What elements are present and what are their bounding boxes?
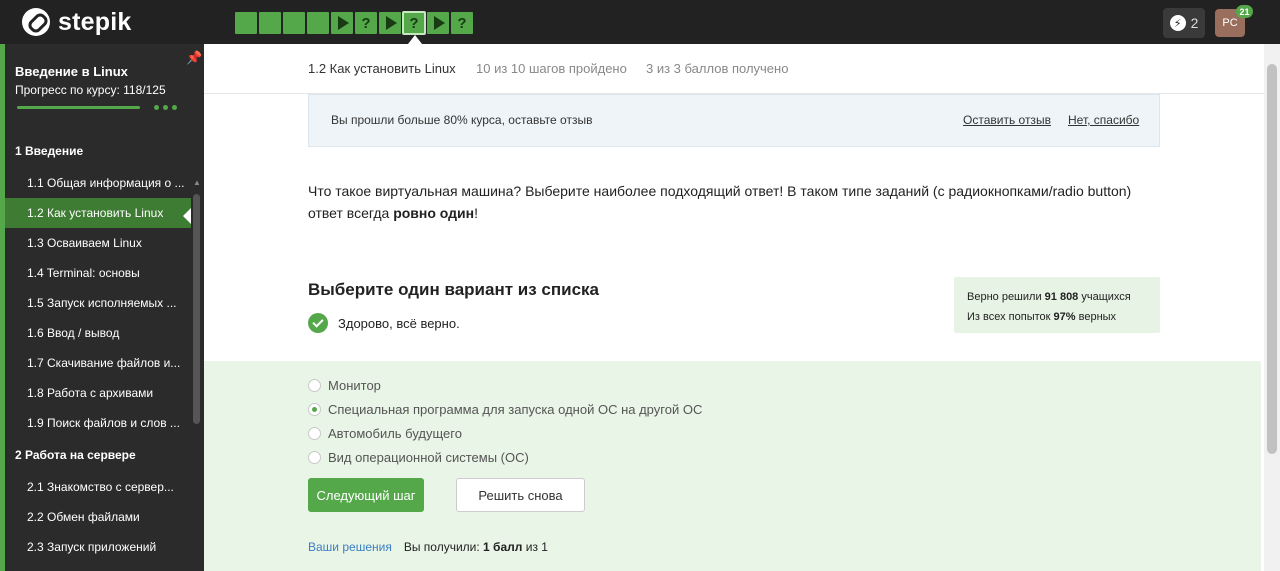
toc-lesson-item[interactable]: 2.1 Знакомство с сервер...: [5, 472, 191, 502]
question-text-end: !: [474, 205, 479, 221]
course-sidebar: Введение в Linux Прогресс по курсу: 118/…: [0, 44, 204, 571]
step-text-button[interactable]: [259, 12, 281, 34]
table-of-contents: 1 Введение 1.1 Общая информация о ... 1.2 …: [5, 134, 191, 562]
question-icon: ?: [457, 14, 467, 32]
result-text: Вы получили: 1 балл из 1: [403, 540, 548, 554]
course-progress-bar: [17, 105, 192, 110]
toc-lesson-item[interactable]: 2.3 Запуск приложений: [5, 532, 191, 562]
course-progress-label: Прогресс по курсу: 118/125: [15, 83, 166, 97]
page-scrollbar[interactable]: [1264, 44, 1280, 571]
step-text-button[interactable]: [307, 12, 329, 34]
progress-fill: [17, 106, 140, 109]
step-text-button[interactable]: [283, 12, 305, 34]
next-step-button[interactable]: Следующий шаг: [308, 478, 424, 512]
feedback-row: Здорово, всё верно.: [308, 313, 460, 333]
play-icon: [337, 16, 349, 30]
radio-button[interactable]: [308, 450, 321, 464]
option-label: Специальная программа для запуска одной …: [328, 401, 703, 417]
attempts-stat: Из всех попыток 97% верных: [967, 311, 1117, 323]
current-step-caret: [408, 35, 422, 44]
review-banner-text: Вы прошли больше 80% курса, оставьте отз…: [331, 113, 593, 127]
your-solutions-link[interactable]: Ваши решения: [308, 540, 392, 554]
top-bar: stepik ??? ⚡ 2 PC 21: [0, 0, 1280, 44]
lightning-icon: ⚡: [1169, 15, 1186, 31]
option-label: Автомобиль будущего: [328, 425, 462, 441]
step-video-button[interactable]: [379, 12, 401, 34]
option-label: Вид операционной системы (ОС): [328, 449, 529, 465]
pin-icon[interactable]: 📌: [186, 50, 202, 66]
toc-lesson-item[interactable]: 1.5 Запуск исполняемых ...: [5, 288, 191, 318]
toc-lesson-item[interactable]: 1.4 Terminal: основы: [5, 258, 191, 288]
sidebar-header: Введение в Linux Прогресс по курсу: 118/…: [5, 44, 204, 128]
retry-button[interactable]: Решить снова: [456, 478, 585, 512]
quiz-option[interactable]: Автомобиль будущего: [308, 421, 702, 445]
no-thanks-link[interactable]: Нет, спасибо: [1068, 113, 1139, 127]
lesson-score: 3 из 3 баллов получено: [646, 61, 789, 76]
toc-lesson-item[interactable]: 1.2 Как установить Linux: [5, 198, 191, 228]
feedback-text: Здорово, всё верно.: [338, 315, 460, 331]
question-icon: ?: [361, 14, 371, 32]
scroll-thumb[interactable]: [1267, 64, 1277, 454]
lesson-title: 1.2 Как установить Linux: [308, 61, 456, 76]
leave-review-link[interactable]: Оставить отзыв: [963, 113, 1051, 127]
toc-lesson-item[interactable]: 1.1 Общая информация о ...: [5, 168, 191, 198]
stats-box: Верно решили 91 808 учащихся Из всех поп…: [954, 277, 1160, 333]
energy-counter[interactable]: ⚡ 2: [1163, 8, 1205, 38]
step-video-button[interactable]: [331, 12, 353, 34]
toc-lesson-item[interactable]: 1.9 Поиск файлов и слов ...: [5, 408, 191, 438]
step-quiz-button[interactable]: ?: [355, 12, 377, 34]
quiz-title: Выберите один вариант из списка: [308, 280, 599, 299]
play-icon: [433, 16, 445, 30]
sidebar-scrollbar[interactable]: [193, 194, 200, 424]
check-icon: [308, 313, 328, 333]
step-video-button[interactable]: [427, 12, 449, 34]
quiz-option[interactable]: Вид операционной системы (ОС): [308, 445, 702, 469]
active-lesson-arrow-icon: [183, 208, 191, 224]
lesson-header: 1.2 Как установить Linux 10 из 10 шагов …: [204, 44, 1264, 94]
stepik-logo[interactable]: stepik: [22, 8, 131, 36]
toc-section-title[interactable]: 2 Работа на сервере: [5, 438, 191, 472]
radio-button[interactable]: [308, 402, 321, 416]
answer-area: Монитор Специальная программа для запуска…: [204, 361, 1261, 571]
quiz-option[interactable]: Монитор: [308, 373, 702, 397]
toc-lesson-item[interactable]: 1.8 Работа с архивами: [5, 378, 191, 408]
play-icon: [385, 16, 397, 30]
sidebar-rail: [0, 44, 5, 571]
scroll-up-icon[interactable]: ▲: [193, 178, 201, 187]
toc-lesson-item[interactable]: 1.7 Скачивание файлов и...: [5, 348, 191, 378]
logo-icon: [22, 8, 50, 36]
lesson-steps-progress: 10 из 10 шагов пройдено: [476, 61, 627, 76]
review-banner: Вы прошли больше 80% курса, оставьте отз…: [308, 94, 1160, 147]
notification-badge: 21: [1236, 5, 1253, 18]
options-list: Монитор Специальная программа для запуска…: [308, 373, 702, 469]
toc-lesson-item[interactable]: 1.3 Осваиваем Linux: [5, 228, 191, 258]
question-text-bold: ровно один: [393, 205, 475, 221]
logo-text: stepik: [58, 7, 132, 36]
step-navigation: ???: [235, 11, 473, 35]
radio-button[interactable]: [308, 378, 321, 392]
toc-lesson-item[interactable]: 2.2 Обмен файлами: [5, 502, 191, 532]
energy-count: 2: [1190, 15, 1199, 31]
course-title[interactable]: Введение в Linux: [15, 64, 128, 79]
solved-stat: Верно решили 91 808 учащихся: [967, 291, 1131, 303]
step-quiz-button[interactable]: ?: [451, 12, 473, 34]
question-icon: ?: [409, 14, 419, 32]
quiz-option[interactable]: Специальная программа для запуска одной …: [308, 397, 702, 421]
question-text: Что такое виртуальная машина? Выберите н…: [308, 180, 1168, 224]
step-quiz-button[interactable]: ?: [402, 11, 426, 35]
radio-button[interactable]: [308, 426, 321, 440]
result-row: Ваши решения Вы получили: 1 балл из 1: [308, 540, 548, 554]
toc-lesson-item[interactable]: 1.6 Ввод / вывод: [5, 318, 191, 348]
step-text-button[interactable]: [235, 12, 257, 34]
option-label: Монитор: [328, 377, 381, 393]
toc-section-title[interactable]: 1 Введение: [5, 134, 191, 168]
progress-dots: [154, 105, 177, 110]
